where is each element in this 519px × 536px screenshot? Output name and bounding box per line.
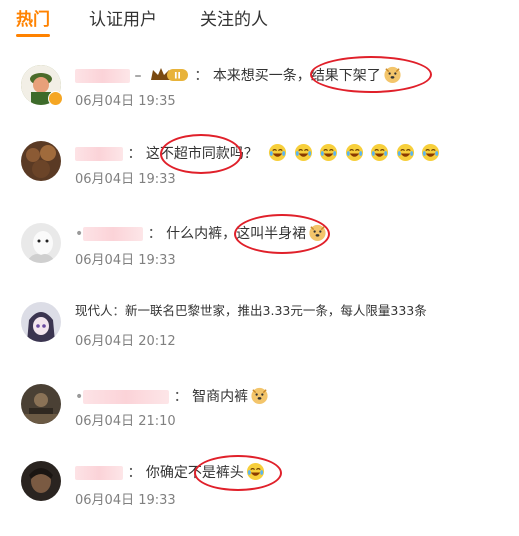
avatar[interactable] <box>21 223 61 263</box>
username-blurred[interactable] <box>83 227 144 241</box>
comment-item: ： 你确定不是裤头 06月04日 19:33 <box>0 456 519 536</box>
username-initial: • <box>75 226 84 242</box>
avatar-image <box>21 384 61 424</box>
laugh-cry-icon <box>294 143 313 162</box>
comment-timestamp: 06月04日 21:10 <box>75 414 176 429</box>
comment-timestamp: 06月04日 19:33 <box>75 253 176 268</box>
laugh-cry-icon <box>396 143 415 162</box>
laugh-cry-icon <box>421 143 440 162</box>
username-blurred[interactable] <box>75 147 123 161</box>
comment-timestamp: 06月04日 19:35 <box>75 94 176 109</box>
comment-item: • ： 什么内裤，这叫半身裙 06月04日 19:33 <box>0 215 519 295</box>
avatar-image <box>21 302 61 342</box>
doge-icon <box>383 65 402 84</box>
colon: ： <box>147 226 162 242</box>
verified-badge-icon <box>48 91 63 106</box>
laugh-cry-icon <box>370 143 389 162</box>
colon: ： <box>173 389 188 405</box>
username[interactable]: 现代人 <box>75 303 113 318</box>
avatar[interactable] <box>21 141 61 181</box>
doge-icon <box>250 386 269 405</box>
laugh-cry-icon <box>319 143 338 162</box>
colon: ： <box>127 146 142 162</box>
comment-highlight-text: 结果下架了 <box>310 68 381 84</box>
comment-item: – II ： 本来想买一条，结果下架了 06月04日 19:35 <box>0 55 519 135</box>
tab-verified-users[interactable]: 认证用户 <box>89 8 157 32</box>
tab-hot[interactable]: 热门 <box>16 8 50 32</box>
active-tab-indicator <box>16 34 50 37</box>
avatar[interactable] <box>21 461 61 501</box>
comment-timestamp: 06月04日 19:33 <box>75 172 176 187</box>
tab-following[interactable]: 关注的人 <box>200 8 268 32</box>
comment-text: 新一联名巴黎世家，推出3.33元一条，每人限量333条 <box>125 303 427 318</box>
colon: ： <box>112 303 126 318</box>
svg-text:II: II <box>174 72 181 82</box>
comment-timestamp: 06月04日 19:33 <box>75 493 176 508</box>
comment-timestamp: 06月04日 20:12 <box>75 334 176 349</box>
comment-highlight-text: 这叫半身裙 <box>236 226 307 242</box>
comment-item: 现代人：新一联名巴黎世家，推出3.33元一条，每人限量333条 06月04日 2… <box>0 296 519 376</box>
comment-highlight-text: 是裤头 <box>201 465 244 481</box>
username-blurred[interactable] <box>83 390 170 404</box>
comment-text: 本来想买一条， <box>212 68 311 84</box>
doge-icon <box>308 223 327 242</box>
laugh-cry-icon <box>345 143 364 162</box>
comment-text: 这不 <box>145 146 174 162</box>
username-blurred[interactable] <box>75 69 130 83</box>
colon: ： <box>194 68 209 84</box>
username-blurred[interactable] <box>75 466 123 480</box>
avatar[interactable] <box>21 302 61 342</box>
comment-text: 智商内裤 <box>192 389 249 405</box>
avatar[interactable] <box>21 384 61 424</box>
avatar-image <box>21 141 61 181</box>
comment-text: 你确定不 <box>145 465 202 481</box>
avatar-image <box>21 223 61 263</box>
comment-text: 什么内裤， <box>166 226 237 242</box>
colon: ： <box>127 465 142 481</box>
comment-tabs: 热门 认证用户 关注的人 <box>0 0 519 40</box>
comment-item: • ： 智商内裤 06月04日 21:10 <box>0 379 519 459</box>
separator: – <box>134 68 142 84</box>
username-initial: • <box>75 389 84 405</box>
laugh-cry-icon <box>246 462 265 481</box>
comment-item: ： 这不超市同款吗？ 06月04日 19:33 <box>0 133 519 213</box>
laugh-cry-icon <box>268 143 287 162</box>
avatar-image <box>21 461 61 501</box>
emoji-row <box>262 143 440 162</box>
comment-highlight-text: 超市同款吗？ <box>173 146 258 162</box>
crown-level-icon: II <box>150 66 190 89</box>
